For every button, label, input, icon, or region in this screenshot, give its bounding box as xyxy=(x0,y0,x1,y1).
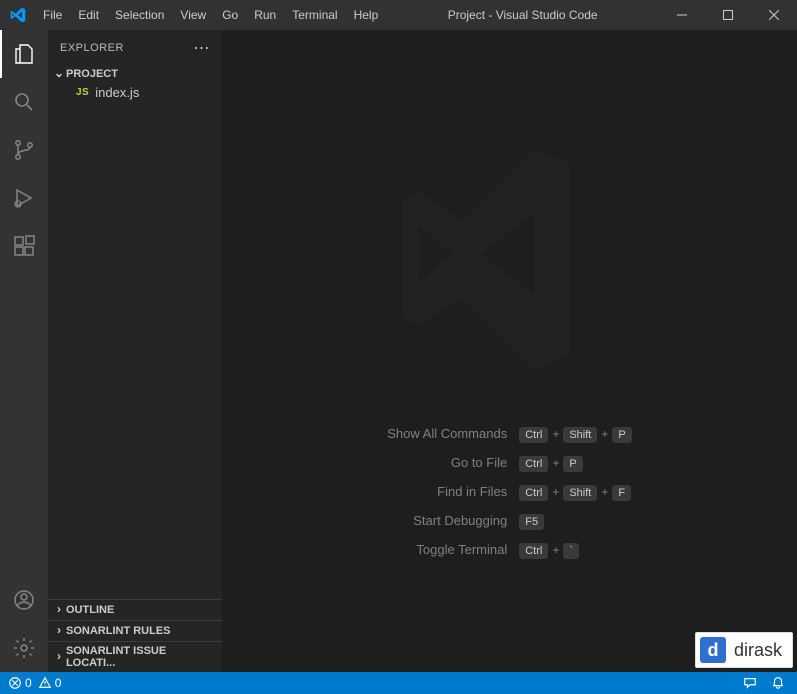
error-count: 0 xyxy=(25,676,32,690)
account-icon xyxy=(12,588,36,612)
status-errors[interactable]: 0 xyxy=(8,676,32,690)
folder-project[interactable]: ⌄ PROJECT xyxy=(48,65,222,83)
shortcut-keys: F5 xyxy=(519,506,632,535)
activity-extensions[interactable] xyxy=(0,222,48,270)
files-icon xyxy=(12,42,36,66)
activity-search[interactable] xyxy=(0,78,48,126)
shortcut-label: Find in Files xyxy=(387,477,519,506)
shortcut-label: Toggle Terminal xyxy=(387,535,519,564)
feedback-icon xyxy=(743,676,757,690)
menu-go[interactable]: Go xyxy=(214,8,246,22)
search-icon xyxy=(12,90,36,114)
welcome-shortcuts: Show All CommandsCtrl+Shift+P Go to File… xyxy=(387,419,631,564)
chevron-right-icon: › xyxy=(52,649,66,663)
shortcut-label: Show All Commands xyxy=(387,419,519,448)
menu-file[interactable]: File xyxy=(35,8,70,22)
sidebar-header: EXPLORER ⋯ xyxy=(48,30,222,65)
file-index-js[interactable]: JS index.js xyxy=(48,83,222,102)
chevron-down-icon: ⌄ xyxy=(52,66,66,80)
folder-label: PROJECT xyxy=(66,68,118,80)
activity-accounts[interactable] xyxy=(0,576,48,624)
activity-source-control[interactable] xyxy=(0,126,48,174)
shortcut-keys: Ctrl+Shift+F xyxy=(519,477,632,506)
file-label: index.js xyxy=(95,85,139,100)
shortcut-keys: Ctrl+Shift+P xyxy=(519,419,632,448)
bell-icon xyxy=(771,676,785,690)
menu-terminal[interactable]: Terminal xyxy=(284,8,345,22)
titlebar: File Edit Selection View Go Run Terminal… xyxy=(0,0,797,30)
section-label: SONARLINT RULES xyxy=(66,625,171,637)
dirask-watermark: d dirask xyxy=(695,632,793,668)
editor-area: Show All CommandsCtrl+Shift+P Go to File… xyxy=(222,30,797,672)
menu-view[interactable]: View xyxy=(172,8,214,22)
sidebar-title: EXPLORER xyxy=(60,42,124,54)
section-sonarlint-issues[interactable]: › SONARLINT ISSUE LOCATI... xyxy=(48,641,222,672)
status-bar: 0 0 xyxy=(0,672,797,694)
dirask-label: dirask xyxy=(734,640,782,661)
maximize-button[interactable] xyxy=(705,0,751,30)
section-label: OUTLINE xyxy=(66,604,114,616)
vscode-logo-icon xyxy=(0,7,35,23)
chevron-right-icon: › xyxy=(52,623,66,637)
shortcut-label: Go to File xyxy=(387,448,519,477)
sidebar-more-icon[interactable]: ⋯ xyxy=(194,38,211,58)
menu-edit[interactable]: Edit xyxy=(70,8,107,22)
status-feedback[interactable] xyxy=(743,676,757,690)
activity-explorer[interactable] xyxy=(0,30,48,78)
status-notifications[interactable] xyxy=(771,676,785,690)
menu-help[interactable]: Help xyxy=(346,8,387,22)
dirask-logo-icon: d xyxy=(700,637,726,663)
shortcut-label: Start Debugging xyxy=(387,506,519,535)
branch-icon xyxy=(12,138,36,162)
menu-run[interactable]: Run xyxy=(246,8,284,22)
error-icon xyxy=(8,676,22,690)
shortcut-keys: Ctrl+` xyxy=(519,535,632,564)
warning-icon xyxy=(38,676,52,690)
sidebar: EXPLORER ⋯ ⌄ PROJECT JS index.js › OUTLI… xyxy=(48,30,222,672)
section-label: SONARLINT ISSUE LOCATI... xyxy=(66,645,218,669)
section-sonarlint-rules[interactable]: › SONARLINT RULES xyxy=(48,620,222,641)
extensions-icon xyxy=(12,234,36,258)
warning-count: 0 xyxy=(55,676,62,690)
play-bug-icon xyxy=(12,186,36,210)
activity-settings[interactable] xyxy=(0,624,48,672)
vscode-watermark-icon xyxy=(390,139,630,379)
close-button[interactable] xyxy=(751,0,797,30)
window-title: Project - Visual Studio Code xyxy=(386,8,659,22)
menu-bar: File Edit Selection View Go Run Terminal… xyxy=(35,8,386,22)
chevron-right-icon: › xyxy=(52,602,66,616)
js-file-icon: JS xyxy=(76,87,89,98)
menu-selection[interactable]: Selection xyxy=(107,8,172,22)
activity-run-debug[interactable] xyxy=(0,174,48,222)
activity-bar xyxy=(0,30,48,672)
section-outline[interactable]: › OUTLINE xyxy=(48,599,222,620)
window-controls xyxy=(659,0,797,30)
gear-icon xyxy=(12,636,36,660)
minimize-button[interactable] xyxy=(659,0,705,30)
status-warnings[interactable]: 0 xyxy=(38,676,62,690)
shortcut-keys: Ctrl+P xyxy=(519,448,632,477)
